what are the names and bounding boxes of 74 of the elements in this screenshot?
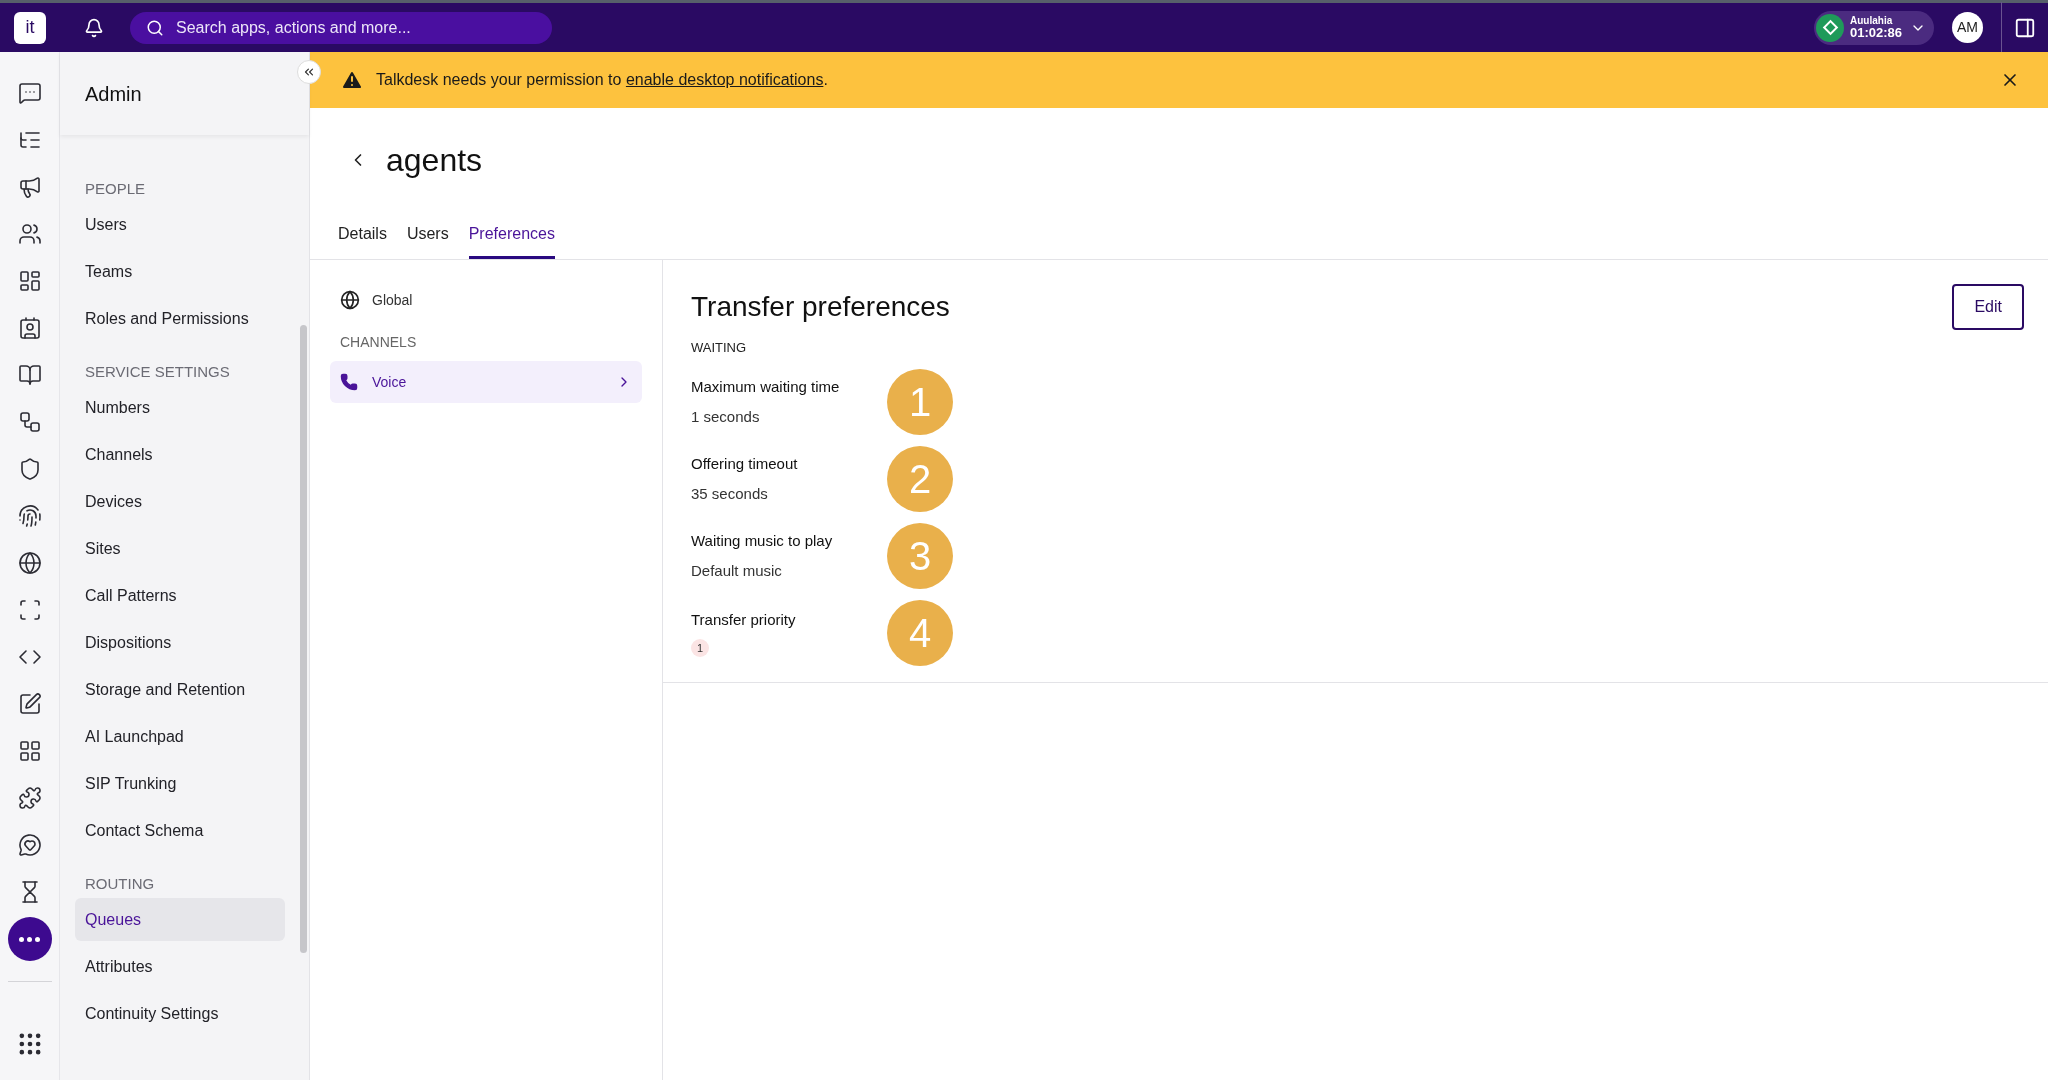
puzzle-icon[interactable]: [17, 785, 42, 810]
edit-icon[interactable]: [17, 691, 42, 716]
nav-item[interactable]: Continuity Settings: [75, 992, 285, 1035]
tab[interactable]: Details: [338, 211, 387, 259]
nav-item[interactable]: Storage and Retention: [75, 668, 285, 711]
notifications-icon[interactable]: [84, 17, 104, 38]
field-value: Default music: [691, 561, 783, 581]
search-field[interactable]: Search apps, actions and more...: [176, 15, 536, 40]
scrollbar[interactable]: [300, 325, 307, 953]
chat-heart-icon[interactable]: [17, 832, 42, 857]
section-title: Transfer preferences: [691, 290, 950, 324]
field-label: Waiting music to play: [691, 530, 834, 551]
section-heading: ROUTING: [84, 873, 156, 894]
banner-text: Talkdesk needs your permission to enable desktop notifications.: [376, 70, 828, 90]
number-callout: 4: [887, 600, 953, 666]
number-callout: 2: [887, 446, 953, 512]
nav-item[interactable]: Dispositions: [75, 621, 285, 664]
globe-icon[interactable]: [17, 550, 42, 575]
scan-icon[interactable]: [17, 597, 42, 622]
dots-icon: [19, 936, 40, 942]
nav-item[interactable]: AI Launchpad: [75, 715, 285, 758]
number-callout: 3: [887, 523, 953, 589]
nav-item[interactable]: SIP Trunking: [75, 762, 285, 805]
status-selector[interactable]: Auulahia 01:02:86: [1814, 10, 1934, 45]
people-icon[interactable]: [17, 221, 42, 246]
nav-item[interactable]: Teams: [75, 250, 285, 293]
fingerprint-icon[interactable]: [17, 503, 42, 528]
nav-item[interactable]: Call Patterns: [75, 574, 285, 617]
user-avatar[interactable]: AM: [1952, 12, 1983, 43]
nav-item[interactable]: Users: [75, 203, 285, 246]
status-icon: [1816, 13, 1844, 42]
globe-icon: [340, 290, 360, 310]
search-icon: [146, 18, 164, 37]
more-button[interactable]: [7, 917, 52, 961]
field-label: Offering timeout: [691, 453, 799, 474]
nav-item[interactable]: Channels: [75, 433, 285, 476]
nav-item[interactable]: Roles and Permissions: [75, 297, 285, 340]
nav-item[interactable]: Sites: [75, 527, 285, 570]
nav-item[interactable]: Numbers: [75, 386, 285, 429]
global-item[interactable]: Global: [330, 288, 642, 312]
priority-badge: 1: [691, 639, 709, 658]
channel-item[interactable]: Voice: [330, 361, 642, 403]
contact-book-icon[interactable]: [17, 315, 42, 340]
notifications-link[interactable]: enable desktop notifications: [625, 71, 824, 88]
field-value: 35 seconds: [691, 484, 769, 504]
grid-icon[interactable]: [17, 738, 42, 763]
phone-icon: [340, 373, 358, 391]
collapse-icon: [302, 65, 316, 79]
field-label: Transfer priority: [691, 609, 797, 630]
section-heading: PEOPLE: [84, 178, 147, 199]
tab[interactable]: Users: [406, 211, 449, 259]
nav-item[interactable]: Devices: [75, 480, 285, 523]
admin-title: Admin: [85, 81, 142, 107]
status-name: Auulahia: [1850, 16, 1894, 26]
status-timer: 01:02:86: [1850, 26, 1903, 39]
page-title: agents: [386, 141, 483, 180]
app-logo[interactable]: it: [14, 11, 46, 44]
field-label: Maximum waiting time: [691, 376, 841, 397]
number-callout: 1: [887, 369, 953, 435]
nav-item[interactable]: Queues: [75, 898, 285, 941]
section-heading: SERVICE SETTINGS: [84, 361, 231, 382]
nav-item[interactable]: Contact Schema: [75, 809, 285, 852]
tab[interactable]: Preferences: [468, 211, 555, 259]
edit-button[interactable]: Edit: [1952, 284, 2024, 330]
dashboard-icon[interactable]: [17, 268, 42, 293]
field-value: 1 seconds: [691, 407, 761, 427]
channels-heading: CHANNELS: [339, 333, 418, 352]
group-heading: WAITING: [691, 339, 748, 357]
search-bar[interactable]: Search apps, actions and more...: [130, 11, 552, 44]
book-icon[interactable]: [17, 362, 42, 387]
nav-item[interactable]: Attributes: [75, 945, 285, 988]
flow-icon[interactable]: [17, 409, 42, 434]
panel-icon[interactable]: [2014, 16, 2036, 39]
megaphone-icon[interactable]: [17, 174, 42, 199]
